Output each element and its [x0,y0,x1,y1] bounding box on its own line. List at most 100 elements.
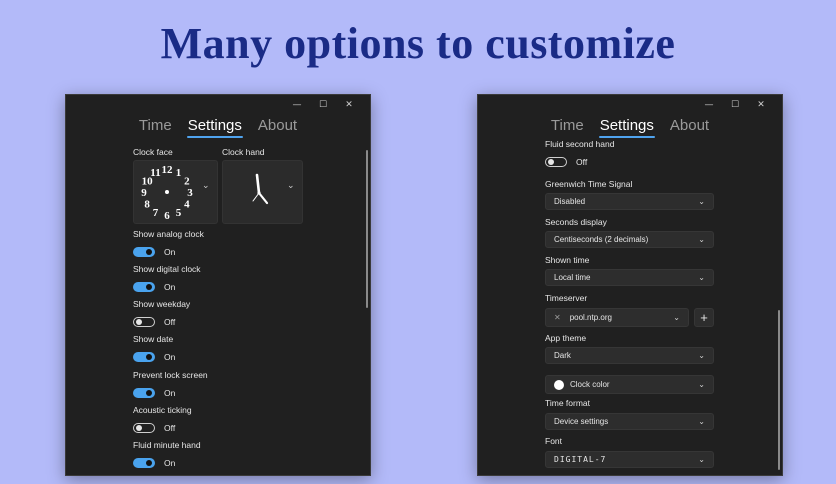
show-digital-clock-toggle[interactable]: On [133,282,175,292]
show-weekday-toggle[interactable]: Off [133,317,175,327]
app-theme-label: App theme [545,333,587,343]
timeserver-label: Timeserver [545,293,588,303]
clock-numeral: 4 [184,199,190,211]
clock-numeral: 3 [187,187,193,199]
dropdown-value: DIGITAL-7 [554,455,607,464]
dropdown-value: Device settings [554,417,609,426]
app-theme-dropdown[interactable]: Dark ⌄ [545,347,714,364]
clock-numeral: 8 [144,199,150,211]
minimize-button[interactable]: — [284,97,310,113]
shown-time-dropdown[interactable]: Local time ⌄ [545,269,714,286]
clock-hand-selector[interactable]: ⌄ [222,160,303,224]
clock-hand-preview [252,173,269,205]
scrollbar[interactable] [366,150,368,308]
toggle-state: On [164,282,176,292]
settings-window-left: — ☐ ✕ Time Settings About Clock face Clo… [65,94,371,476]
color-swatch-icon [554,379,564,390]
chevron-down-icon: ⌄ [673,313,680,322]
toggle-switch[interactable] [133,458,155,468]
toggle-state: Off [576,157,588,167]
dropdown-value: Disabled [554,197,586,206]
chevron-down-icon: ⌄ [698,273,705,282]
headline: Many options to customize [160,19,676,68]
chevron-down-icon: ⌄ [202,181,210,191]
tab-time[interactable]: Time [138,117,173,138]
toggle-state: On [164,388,176,398]
time-format-label: Time format [545,398,591,408]
toggle-switch[interactable] [545,157,567,167]
plus-icon: + [700,310,708,325]
chevron-down-icon: ⌄ [698,351,705,360]
close-icon[interactable]: ✕ [554,313,561,322]
chevron-down-icon: ⌄ [698,380,705,389]
acoustic-ticking-label: Acoustic ticking [133,405,192,415]
tab-about[interactable]: About [669,117,710,138]
fluid-minute-hand-toggle[interactable]: On [133,458,175,468]
clock-color-label: Clock color [570,380,610,389]
clock-numeral: 6 [164,210,170,222]
greenwich-time-signal-label: Greenwich Time Signal [545,179,633,189]
time-format-dropdown[interactable]: Device settings ⌄ [545,413,714,430]
font-label: Font [545,436,563,446]
dropdown-value: Dark [554,351,571,360]
dropdown-value: Local time [554,273,591,282]
tab-bar: Time Settings About [478,117,782,138]
toggle-switch[interactable] [133,317,155,327]
toggle-state: Off [164,317,176,327]
clock-face-label: Clock face [133,147,173,157]
close-button[interactable]: ✕ [336,97,362,113]
show-weekday-label: Show weekday [133,299,191,309]
window-controls: — ☐ ✕ [284,97,362,113]
chevron-down-icon: ⌄ [287,181,295,191]
acoustic-ticking-toggle[interactable]: Off [133,423,175,433]
toggle-switch[interactable] [133,282,155,292]
greenwich-time-signal-dropdown[interactable]: Disabled ⌄ [545,193,714,210]
tab-settings[interactable]: Settings [598,117,656,138]
toggle-switch[interactable] [133,352,155,362]
seconds-display-label: Seconds display [545,217,607,227]
tab-settings[interactable]: Settings [186,117,244,138]
add-timeserver-button[interactable]: + [694,308,714,327]
close-button[interactable]: ✕ [748,97,774,113]
scrollbar[interactable] [778,310,780,470]
show-analog-clock-label: Show analog clock [133,229,204,239]
fluid-minute-hand-label: Fluid minute hand [133,440,201,450]
fluid-second-hand-label: Fluid second hand [545,139,615,149]
toggle-switch[interactable] [133,423,155,433]
maximize-button[interactable]: ☐ [722,97,748,113]
chevron-down-icon: ⌄ [698,455,705,464]
toggle-state: On [164,458,176,468]
clock-color-button[interactable]: Clock color ⌄ [545,375,714,394]
clock-numeral: 5 [176,207,182,219]
prevent-lock-screen-toggle[interactable]: On [133,388,175,398]
timeserver-value: pool.ntp.org [569,313,612,322]
show-date-label: Show date [133,334,174,344]
seconds-display-dropdown[interactable]: Centiseconds (2 decimals) ⌄ [545,231,714,248]
chevron-down-icon: ⌄ [698,197,705,206]
clock-face-selector[interactable]: 12 1 2 3 4 5 6 7 8 9 10 11 ⌄ [133,160,218,224]
prevent-lock-screen-label: Prevent lock screen [133,370,208,380]
fluid-second-hand-toggle[interactable]: Off [545,157,587,167]
tab-about[interactable]: About [257,117,298,138]
clock-numeral: 12 [162,164,174,176]
show-date-toggle[interactable]: On [133,352,175,362]
clock-face-preview: 12 1234567891011 [141,164,193,222]
show-analog-clock-toggle[interactable]: On [133,247,175,257]
font-dropdown[interactable]: DIGITAL-7 ⌄ [545,451,714,468]
toggle-state: On [164,247,176,257]
toggle-switch[interactable] [133,388,155,398]
maximize-button[interactable]: ☐ [310,97,336,113]
tab-bar: Time Settings About [66,117,370,138]
timeserver-combobox[interactable]: ✕ pool.ntp.org ⌄ [545,308,689,327]
toggle-switch[interactable] [133,247,155,257]
minimize-button[interactable]: — [696,97,722,113]
clock-numeral: 2 [184,176,190,188]
settings-window-right: — ☐ ✕ Time Settings About Fluid second h… [477,94,783,476]
tab-time[interactable]: Time [550,117,585,138]
dropdown-value: Centiseconds (2 decimals) [554,235,649,244]
toggle-state: Off [164,423,176,433]
clock-numeral: 1 [176,167,182,179]
clock-numeral: 7 [153,207,159,219]
shown-time-label: Shown time [545,255,590,265]
clock-numeral: 11 [150,167,160,179]
